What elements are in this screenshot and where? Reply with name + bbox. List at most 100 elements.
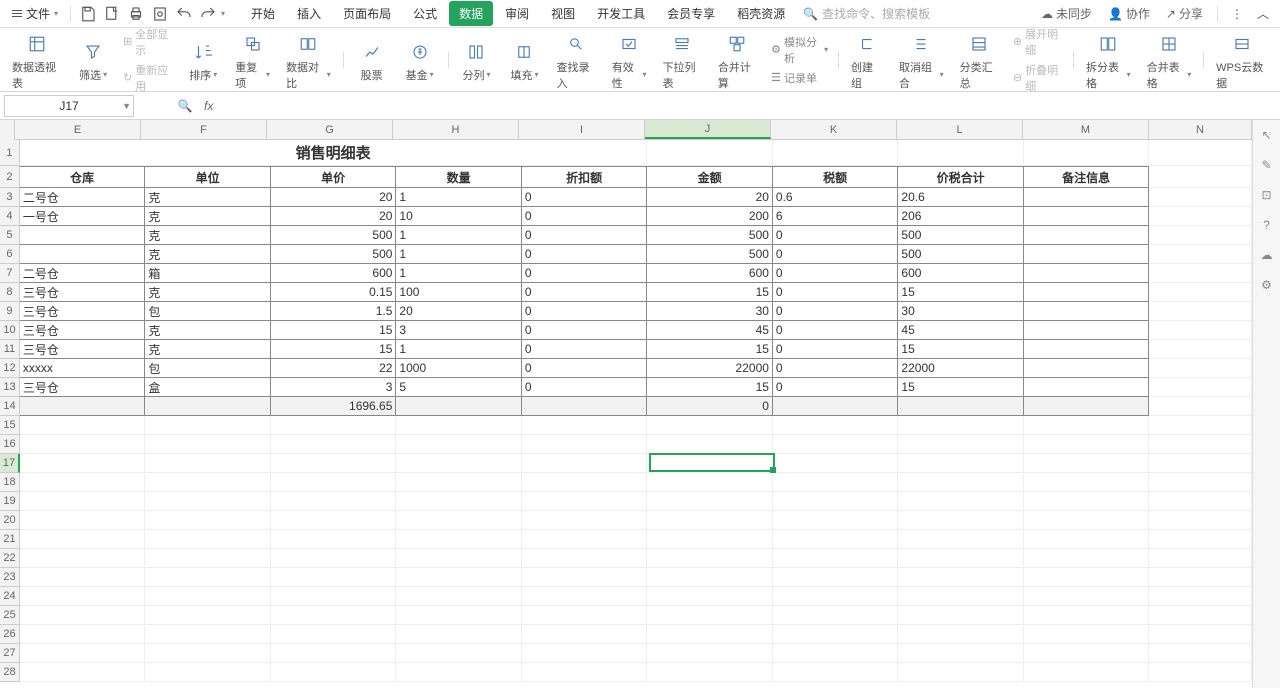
cell[interactable] <box>271 416 397 435</box>
zoom-icon[interactable]: 🔍 <box>174 95 196 117</box>
split-button[interactable]: 分列▾ <box>452 28 500 91</box>
cell[interactable]: 5 <box>396 378 522 397</box>
cell[interactable] <box>1024 321 1150 340</box>
row-header-23[interactable]: 23 <box>0 568 20 587</box>
cell[interactable] <box>271 530 397 549</box>
cell[interactable]: 二号仓 <box>20 264 146 283</box>
cell[interactable] <box>898 140 1024 166</box>
cell[interactable] <box>1149 283 1252 302</box>
cell[interactable] <box>1024 397 1150 416</box>
row-header-9[interactable]: 9 <box>0 302 20 321</box>
mergetbl-button[interactable]: 合并表格▾ <box>1139 28 1200 91</box>
cell[interactable] <box>898 663 1024 682</box>
cell[interactable]: 1 <box>396 245 522 264</box>
cell[interactable]: xxxxx <box>20 359 146 378</box>
cell[interactable] <box>145 454 271 473</box>
cell[interactable] <box>1149 359 1252 378</box>
cell[interactable]: 500 <box>271 245 397 264</box>
cell[interactable] <box>522 625 648 644</box>
row-header-1[interactable]: 1 <box>0 140 20 166</box>
row-header-24[interactable]: 24 <box>0 587 20 606</box>
cell[interactable]: 206 <box>898 207 1024 226</box>
cell[interactable]: 45 <box>898 321 1024 340</box>
row-header-8[interactable]: 8 <box>0 283 20 302</box>
row-header-27[interactable]: 27 <box>0 644 20 663</box>
row-header-2[interactable]: 2 <box>0 166 20 188</box>
cell[interactable] <box>1149 549 1252 568</box>
cell[interactable] <box>1149 397 1252 416</box>
col-header-E[interactable]: E <box>15 120 141 139</box>
dedupe-button[interactable]: 重复项▾ <box>227 28 278 91</box>
cell[interactable] <box>271 644 397 663</box>
name-box[interactable]: J17 ▼ <box>4 95 134 117</box>
cell[interactable] <box>396 435 522 454</box>
show-all-button[interactable]: ⊞全部显示 <box>123 26 173 58</box>
cursor-icon[interactable]: ↖ <box>1258 126 1276 144</box>
cell[interactable] <box>1149 340 1252 359</box>
cell[interactable]: 0 <box>522 378 648 397</box>
cell[interactable] <box>898 587 1024 606</box>
cell[interactable] <box>898 625 1024 644</box>
cell[interactable]: 1 <box>396 340 522 359</box>
cell[interactable]: 0 <box>773 340 899 359</box>
cell[interactable] <box>20 568 146 587</box>
expand-button[interactable]: ⊕展开明细 <box>1013 26 1063 58</box>
cell[interactable] <box>522 492 648 511</box>
cell[interactable] <box>20 245 146 264</box>
cell[interactable] <box>773 549 899 568</box>
col-header-L[interactable]: L <box>897 120 1023 139</box>
cell[interactable] <box>396 511 522 530</box>
cell[interactable] <box>773 530 899 549</box>
cell[interactable] <box>1149 321 1252 340</box>
qat-more-icon[interactable]: ▾ <box>221 9 225 18</box>
cell[interactable] <box>1024 245 1150 264</box>
cell[interactable]: 备注信息 <box>1024 166 1150 188</box>
cell[interactable]: 500 <box>271 226 397 245</box>
cell[interactable]: 克 <box>145 283 271 302</box>
cell[interactable] <box>647 435 773 454</box>
cell[interactable] <box>898 530 1024 549</box>
col-header-I[interactable]: I <box>519 120 645 139</box>
cell[interactable] <box>145 435 271 454</box>
cell[interactable] <box>1149 188 1252 207</box>
simulate-button[interactable]: ⚙模拟分析▾ <box>771 34 828 66</box>
cell[interactable] <box>20 397 146 416</box>
tab-8[interactable]: 会员专享 <box>657 1 725 26</box>
cell[interactable] <box>1149 644 1252 663</box>
cell[interactable]: 0 <box>522 226 648 245</box>
cell[interactable]: 数量 <box>396 166 522 188</box>
cell[interactable] <box>522 549 648 568</box>
cell[interactable]: 1696.65 <box>271 397 397 416</box>
cell[interactable] <box>271 663 397 682</box>
cell[interactable] <box>20 226 146 245</box>
cell[interactable] <box>271 587 397 606</box>
cell[interactable]: 0 <box>522 264 648 283</box>
cell[interactable]: 克 <box>145 188 271 207</box>
row-header-6[interactable]: 6 <box>0 245 20 264</box>
cell[interactable] <box>1024 606 1150 625</box>
cell[interactable] <box>1149 625 1252 644</box>
cell[interactable] <box>1149 302 1252 321</box>
cell[interactable] <box>898 454 1024 473</box>
cell[interactable]: 0 <box>773 302 899 321</box>
cell[interactable]: 0 <box>522 340 648 359</box>
cell[interactable]: 100 <box>396 283 522 302</box>
row-header-3[interactable]: 3 <box>0 188 20 207</box>
cell[interactable] <box>773 568 899 587</box>
cell[interactable] <box>898 416 1024 435</box>
row-header-14[interactable]: 14 <box>0 397 20 416</box>
cell[interactable] <box>773 397 899 416</box>
cell[interactable] <box>1024 454 1150 473</box>
cell[interactable] <box>1024 625 1150 644</box>
cell[interactable] <box>20 549 146 568</box>
row-header-5[interactable]: 5 <box>0 226 20 245</box>
cell[interactable]: 0 <box>647 397 773 416</box>
cell[interactable] <box>145 473 271 492</box>
cell[interactable] <box>271 454 397 473</box>
cell[interactable]: 0 <box>773 321 899 340</box>
cell[interactable]: 一号仓 <box>20 207 146 226</box>
cell[interactable] <box>271 606 397 625</box>
cell[interactable] <box>1149 416 1252 435</box>
row-header-28[interactable]: 28 <box>0 663 20 682</box>
cell[interactable] <box>647 492 773 511</box>
